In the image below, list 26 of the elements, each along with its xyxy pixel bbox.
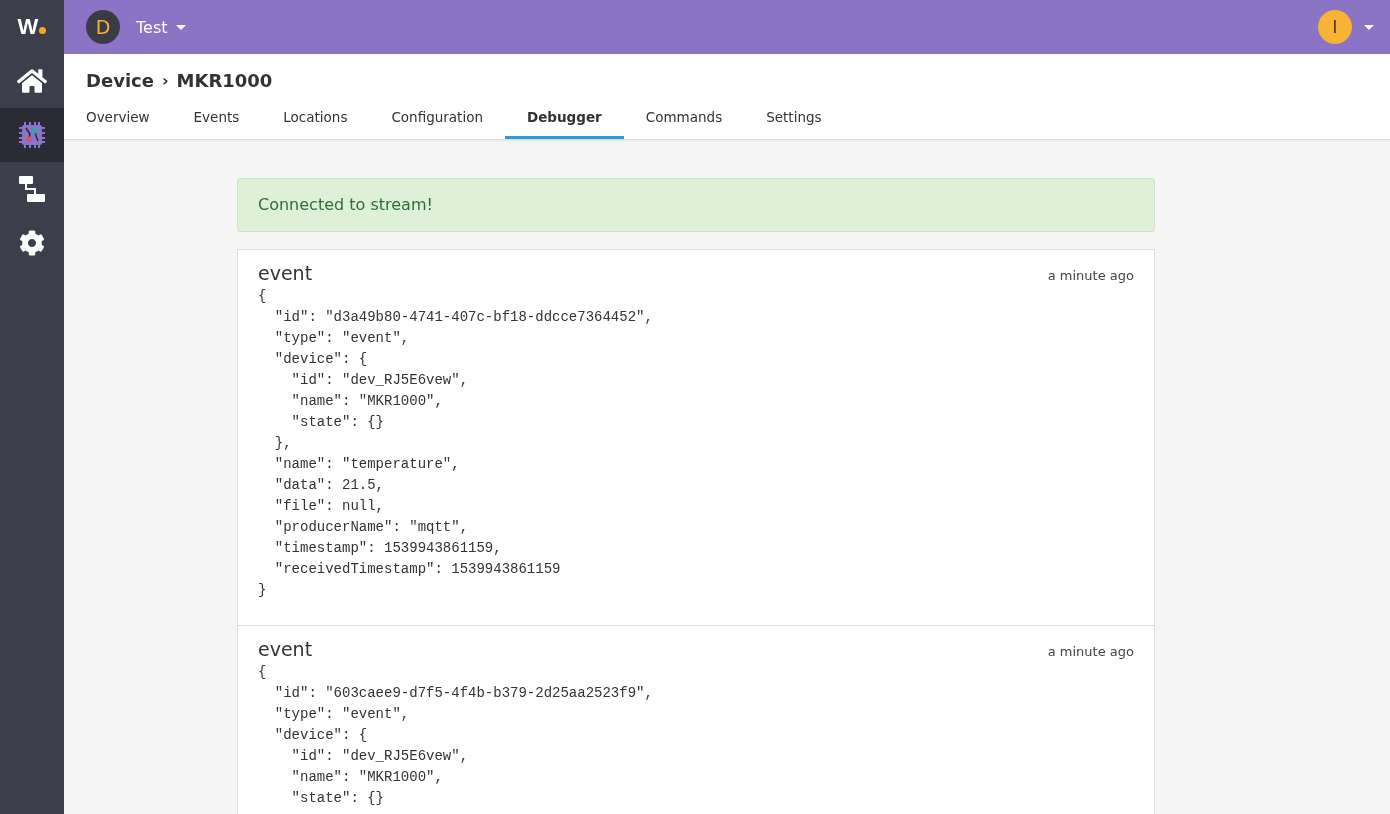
event-json: { "id": "d3a49b80-4741-407c-bf18-ddcce7364452", "type": "event", "device": { "id": "dev_RJ5E6vew", "name": "MKR1000", "state": {} }, "name": "temperature", "data": 21.5, "file": null, "producerName": "mqtt", "timestamp": 1539943861159, "receivedTimestamp": 1539943861159 } xyxy=(258,287,654,600)
event-json: { "id": "603caee9-d7f5-4f4b-b379-2d25aa2523f9", "type": "event", "device": { "id": "dev_RJ5E6vew", "name": "MKR1000", "state": {} xyxy=(258,663,654,808)
user-avatar: I xyxy=(1318,10,1352,44)
flow-icon xyxy=(17,174,47,204)
tab[interactable]: Commands xyxy=(623,101,745,139)
breadcrumb-separator: › xyxy=(161,70,169,90)
settings-icon xyxy=(19,230,45,256)
logo[interactable]: W xyxy=(17,14,47,40)
tab[interactable]: Events xyxy=(171,101,262,139)
event-title: event xyxy=(258,638,313,660)
tab[interactable]: Debugger xyxy=(505,101,624,139)
event-time: a minute ago xyxy=(1047,268,1134,283)
workspace-avatar: D xyxy=(86,10,120,44)
event-time: a minute ago xyxy=(1047,644,1134,659)
tab[interactable]: Locations xyxy=(261,101,370,139)
chip-icon xyxy=(18,121,46,149)
breadcrumb-link[interactable]: Device xyxy=(86,69,154,91)
tab[interactable]: Overview xyxy=(64,101,172,139)
home-icon xyxy=(17,66,47,96)
workspace-dropdown[interactable]: Test xyxy=(136,17,186,37)
event-title: event xyxy=(258,262,313,284)
user-menu-button[interactable]: I xyxy=(1318,10,1374,44)
tab[interactable]: Configuration xyxy=(369,101,505,139)
breadcrumb-current: MKR1000 xyxy=(176,69,273,91)
success-alert: Connected to stream! xyxy=(237,178,1155,232)
tab[interactable]: Settings xyxy=(744,101,844,139)
